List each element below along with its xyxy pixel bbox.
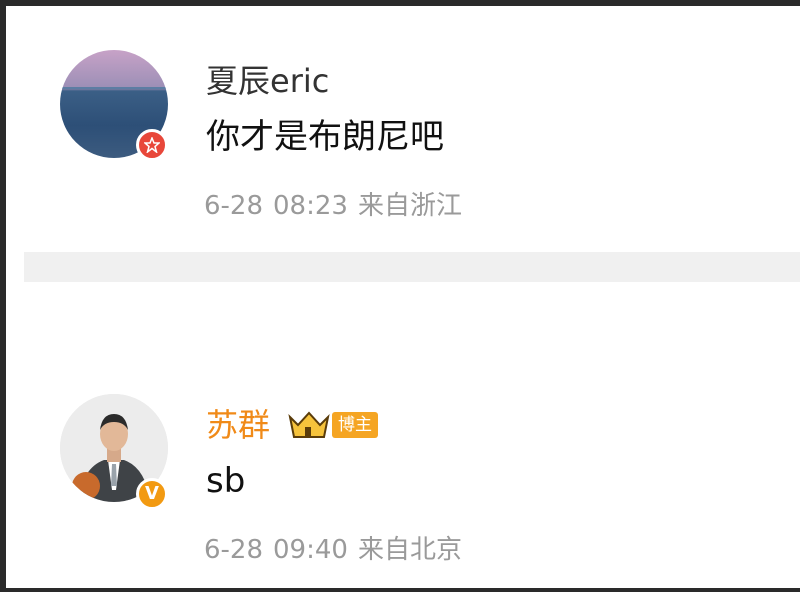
- username[interactable]: 苏群: [206, 406, 270, 444]
- host-tag: 博主: [332, 412, 378, 438]
- red-star-badge-icon: [136, 129, 168, 161]
- verified-v-badge-icon: V: [136, 478, 168, 510]
- comment-location: 来自浙江: [357, 191, 462, 221]
- crown-icon: [288, 411, 330, 438]
- section-divider: [24, 252, 800, 282]
- comment-time: 08:23: [273, 191, 348, 221]
- comment-location: 来自北京: [357, 535, 462, 565]
- comment-text: 你才是布朗尼吧: [206, 117, 444, 157]
- comment-date: 6-28: [204, 191, 264, 221]
- comment-item: V 苏群 博主 sb 6-28 09:40 来自北京: [6, 282, 800, 588]
- comment-date: 6-28: [204, 535, 264, 565]
- comment-meta: 6-28 08:23 来自浙江: [204, 190, 472, 222]
- username[interactable]: 夏辰eric: [206, 62, 329, 100]
- comment-text: sb: [206, 461, 246, 501]
- comment-item: 夏辰eric 你才是布朗尼吧 6-28 08:23 来自浙江: [6, 6, 800, 252]
- comment-meta: 6-28 09:40 来自北京: [204, 534, 472, 566]
- comment-time: 09:40: [273, 535, 348, 565]
- comment-list: 夏辰eric 你才是布朗尼吧 6-28 08:23 来自浙江 V 苏群 博主 s…: [6, 6, 800, 588]
- host-badge: 博主: [288, 406, 378, 444]
